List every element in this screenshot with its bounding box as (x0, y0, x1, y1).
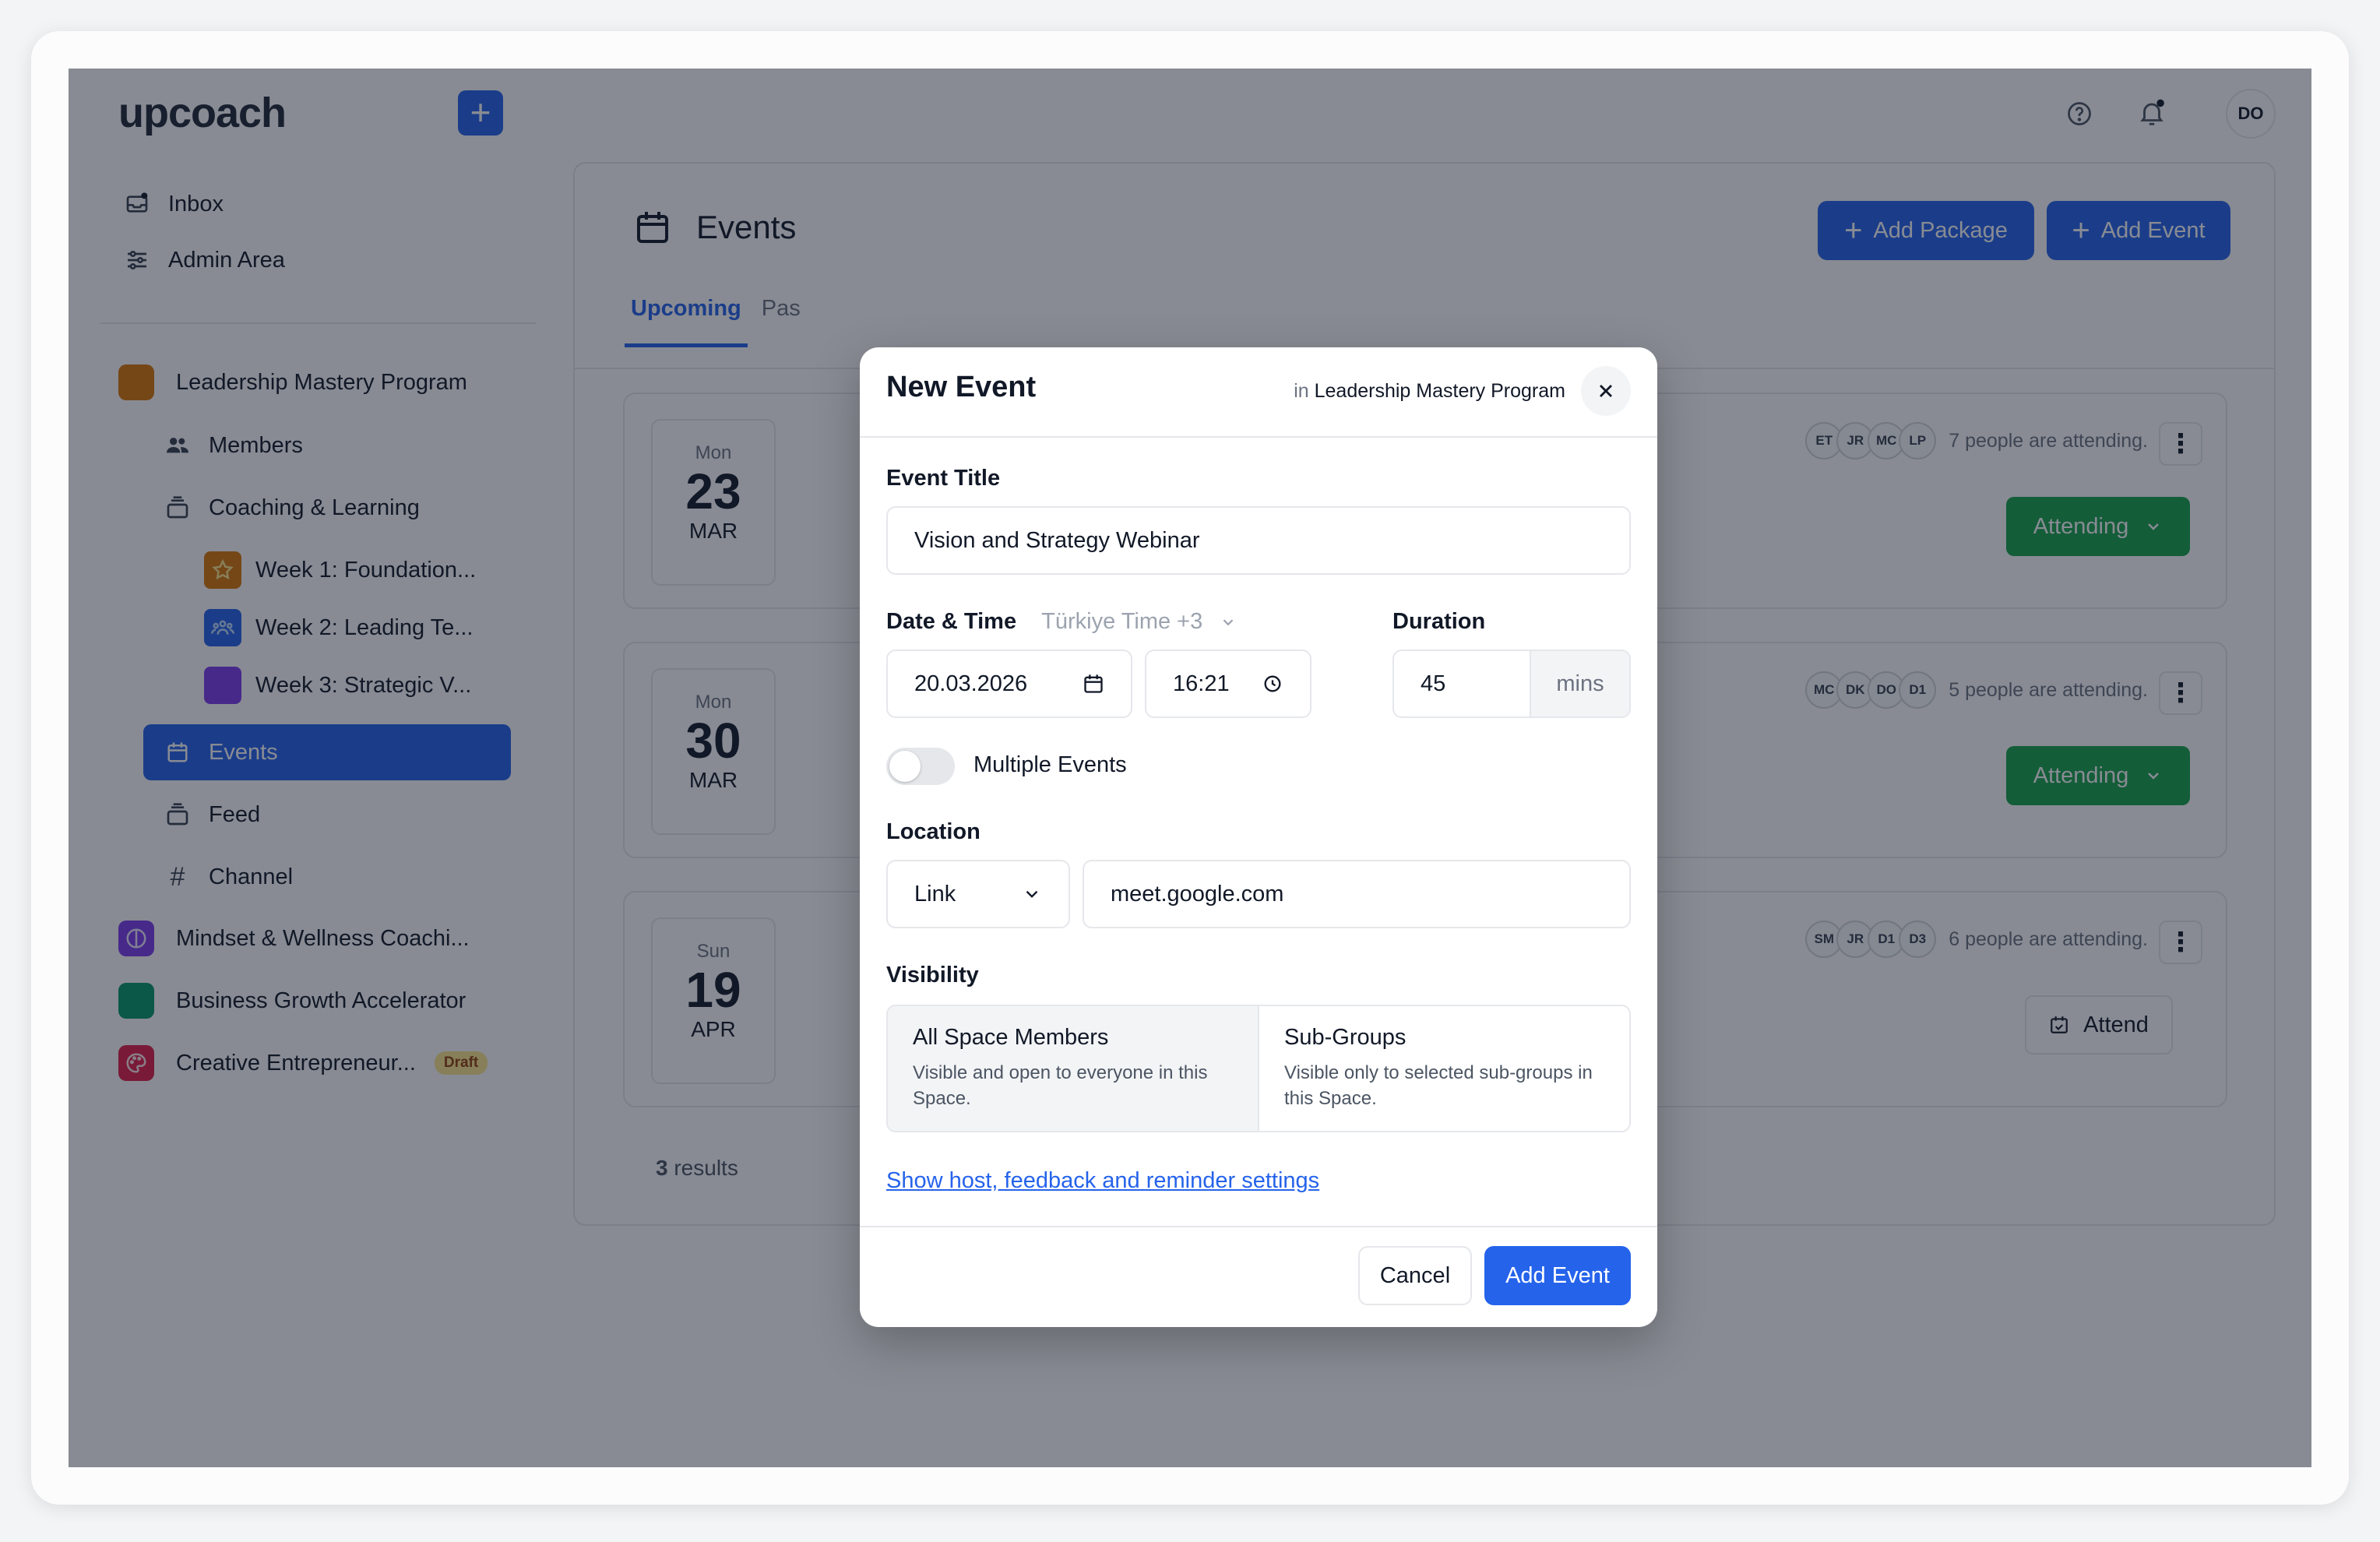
timezone-selector[interactable]: Türkiye Time +3 (1041, 609, 1237, 634)
option-description: Visible only to selected sub-groups in t… (1284, 1062, 1593, 1109)
chevron-down-icon (1220, 614, 1237, 631)
multiple-events-label: Multiple Events (973, 752, 1127, 777)
visibility-options: All Space Members Visible and open to ev… (886, 1005, 1631, 1132)
close-button[interactable] (1581, 366, 1631, 416)
location-type-select[interactable]: Link (886, 860, 1070, 928)
modal-header-divider (860, 436, 1657, 438)
program-name: Leadership Mastery Program (1314, 380, 1565, 402)
modal-footer-divider (860, 1226, 1657, 1227)
input-value: 16:21 (1173, 671, 1230, 696)
select-value: Link (914, 881, 956, 907)
time-input[interactable]: 16:21 (1145, 650, 1311, 718)
duration-label: Duration (1392, 609, 1486, 634)
input-value: 20.03.2026 (914, 671, 1028, 696)
visibility-sub-groups[interactable]: Sub-Groups Visible only to selected sub-… (1259, 1006, 1629, 1131)
clock-icon (1262, 673, 1283, 695)
modal-program-context: in Leadership Mastery Program (1294, 380, 1565, 403)
option-description: Visible and open to everyone in this Spa… (913, 1062, 1208, 1109)
visibility-all-members[interactable]: All Space Members Visible and open to ev… (888, 1006, 1259, 1131)
datetime-label-text: Date & Time (886, 609, 1017, 634)
close-icon (1595, 380, 1617, 402)
chevron-down-icon (1022, 884, 1042, 904)
duration-unit: mins (1530, 651, 1629, 716)
toggle-knob (889, 751, 921, 782)
input-value: Vision and Strategy Webinar (914, 527, 1200, 553)
event-title-label: Event Title (886, 466, 1001, 491)
add-event-submit-button[interactable]: Add Event (1484, 1246, 1631, 1305)
modal-title: New Event (886, 371, 1037, 403)
cancel-button[interactable]: Cancel (1358, 1246, 1472, 1305)
duration-input[interactable]: 45 mins (1392, 650, 1631, 718)
timezone-value: Türkiye Time +3 (1041, 609, 1203, 634)
input-value: 45 (1421, 671, 1446, 696)
show-settings-link[interactable]: Show host, feedback and reminder setting… (886, 1168, 1319, 1194)
input-value: meet.google.com (1111, 881, 1284, 907)
date-input[interactable]: 20.03.2026 (886, 650, 1132, 718)
datetime-label: Date & Time Türkiye Time +3 (886, 609, 1237, 635)
multiple-events-toggle[interactable] (886, 748, 955, 785)
location-url-input[interactable]: meet.google.com (1083, 860, 1631, 928)
in-prefix: in (1294, 380, 1309, 402)
new-event-modal: New Event in Leadership Mastery Program … (860, 347, 1657, 1327)
app-window: upcoach + Inbox Admin Area Leadership Ma… (69, 69, 2311, 1467)
option-title: All Space Members (913, 1025, 1109, 1050)
location-label: Location (886, 819, 981, 844)
option-title: Sub-Groups (1284, 1025, 1407, 1050)
visibility-label: Visibility (886, 963, 979, 988)
event-title-input[interactable]: Vision and Strategy Webinar (886, 506, 1631, 575)
calendar-icon (1083, 673, 1104, 695)
